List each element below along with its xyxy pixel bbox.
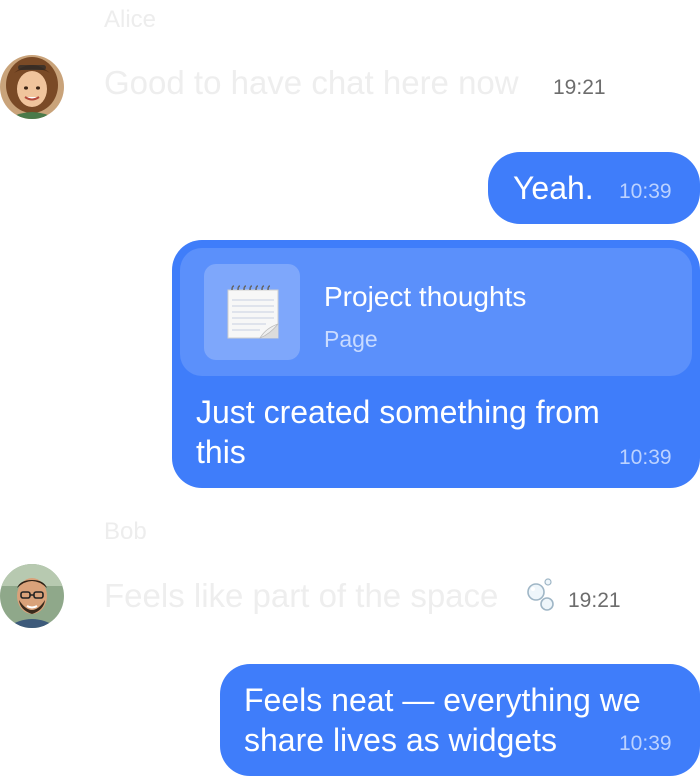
bubbles-icon	[527, 578, 554, 611]
message-time: 10:39	[619, 446, 672, 469]
attachment-subtitle: Page	[324, 326, 378, 352]
avatar-bob[interactable]	[0, 564, 64, 628]
avatar-alice[interactable]	[0, 55, 64, 119]
outgoing-message-bubble[interactable]: Yeah. 10:39	[488, 152, 700, 224]
message-time: 19:21	[553, 76, 606, 99]
outgoing-message-bubble[interactable]: Feels neat — everything we share lives a…	[220, 664, 700, 776]
sender-name-alice: Alice	[104, 6, 157, 33]
attachment-card[interactable]: Project thoughts Page	[180, 248, 692, 376]
attachment-thumbnail	[204, 264, 300, 360]
message-time: 19:21	[568, 589, 621, 612]
message-time: 10:39	[619, 732, 672, 755]
message-text-line2: this	[196, 434, 246, 470]
message-text: Yeah.	[513, 170, 594, 206]
message-text-line1: Just created something from	[196, 394, 600, 430]
message-text-line2: share lives as widgets	[244, 722, 558, 758]
message-text-line1: Feels neat — everything we	[244, 682, 641, 718]
message-text-bob: Feels like part of the space	[104, 577, 499, 614]
message-time: 10:39	[619, 180, 672, 203]
attachment-title: Project thoughts	[324, 281, 527, 312]
message-text-alice: Good to have chat here now	[104, 64, 519, 101]
notepad-icon	[227, 285, 280, 339]
outgoing-attachment-bubble[interactable]: Project thoughts Page Just created somet…	[172, 240, 700, 488]
sender-name-bob: Bob	[104, 518, 147, 545]
